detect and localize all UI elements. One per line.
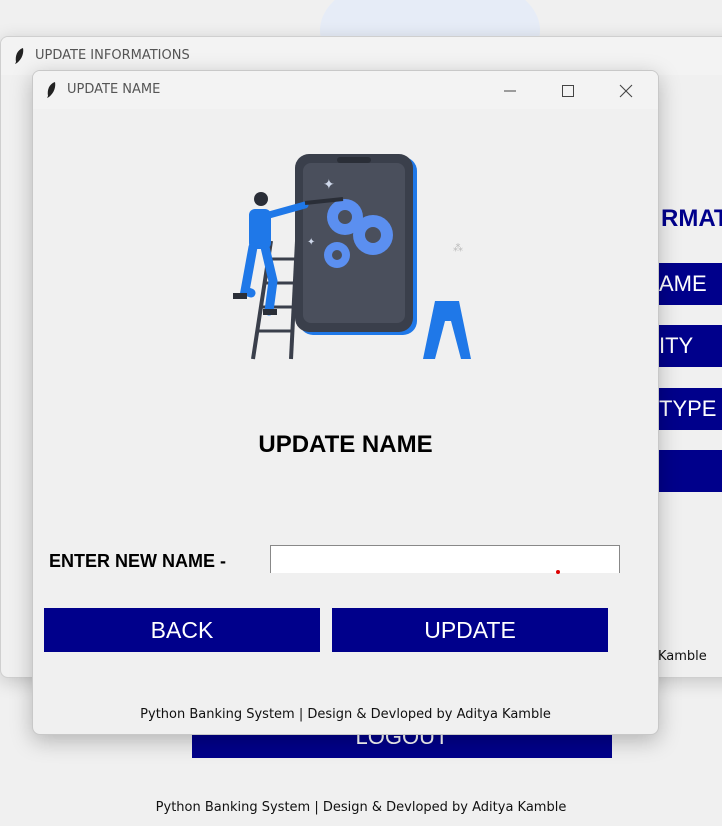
svg-text:✦: ✦ (307, 237, 315, 248)
window-title: UPDATE NAME (67, 82, 161, 97)
update-type-option-button[interactable]: TYPE (657, 388, 722, 430)
title-bar: UPDATE NAME (33, 71, 658, 109)
svg-text:⁂: ⁂ (453, 242, 463, 254)
cursor-marker (556, 570, 560, 574)
window-title: UPDATE INFORMATIONS (35, 48, 190, 63)
update-option-button[interactable] (657, 450, 722, 492)
update-city-option-button[interactable]: ITY (657, 325, 722, 367)
feather-icon (45, 81, 57, 104)
update-button[interactable]: UPDATE (332, 608, 608, 652)
footer-credit: Python Banking System | Design & Devlope… (140, 707, 551, 722)
svg-text:✦: ✦ (323, 177, 335, 193)
update-informations-heading: RMAT (661, 205, 722, 232)
update-name-window: UPDATE NAME ✦ ✦ ⁂ UPDATE NAME ENTER NEW … (32, 70, 659, 735)
feather-icon (13, 47, 25, 70)
new-name-input[interactable] (270, 545, 620, 573)
maximize-icon[interactable] (545, 77, 591, 105)
minimize-icon[interactable] (487, 77, 533, 105)
phone-repair-illustration: ✦ ✦ ⁂ (233, 154, 471, 360)
new-name-label: ENTER NEW NAME - (49, 551, 226, 571)
back-button[interactable]: BACK (44, 608, 320, 652)
main-footer-credit: Python Banking System | Design & Devlope… (155, 800, 567, 815)
update-name-option-button[interactable]: AME (657, 263, 722, 305)
desktop: LOGOUT Python Banking System | Design & … (0, 0, 722, 826)
page-title: UPDATE NAME (258, 431, 433, 458)
close-icon[interactable] (603, 77, 649, 105)
credit-fragment: Kamble (658, 649, 707, 664)
